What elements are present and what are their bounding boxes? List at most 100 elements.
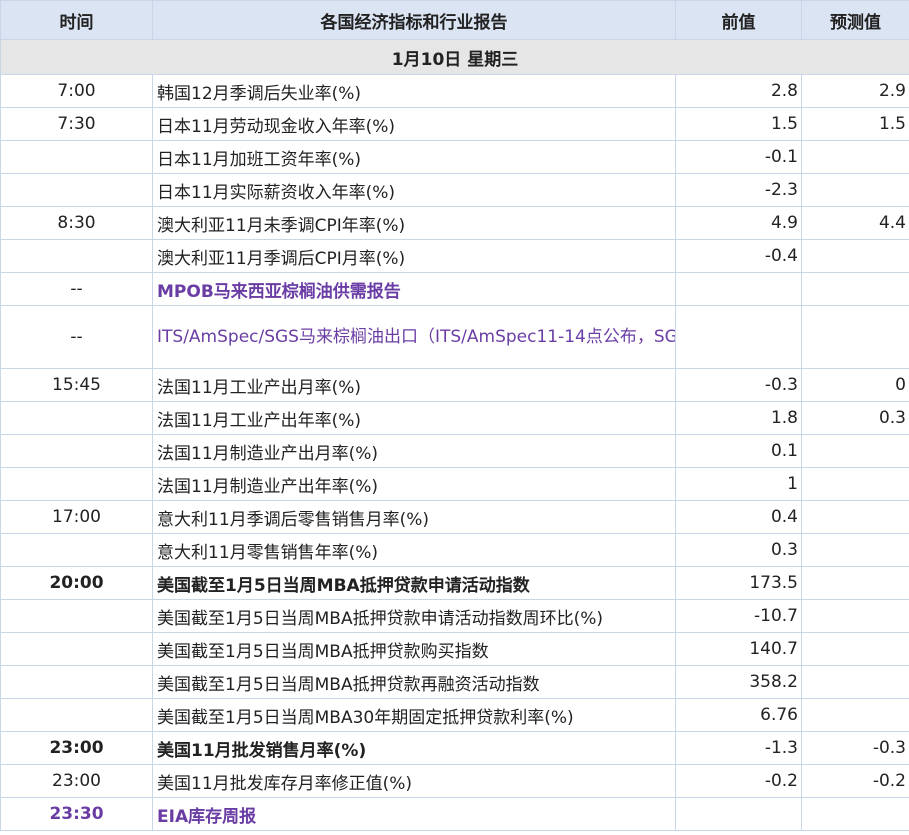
row-forecast [801,467,909,501]
row-previous [675,272,802,306]
row-indicator: 美国11月批发库存月率修正值(%) [152,764,676,798]
row-previous: -0.4 [675,239,802,273]
row-time: 23:00 [0,731,153,765]
row-time [0,632,153,666]
row-time [0,467,153,501]
row-time: 7:30 [0,107,153,141]
row-time [0,173,153,207]
table-row: 20:00 美国截至1月5日当周MBA抵押贷款申请活动指数 173.5 [0,566,909,600]
row-forecast [801,305,909,369]
row-time: -- [0,272,153,306]
table-row: -- ITS/AmSpec/SGS马来棕榈油出口（ITS/AmSpec11-14… [0,305,909,369]
row-forecast: 2.9 [801,74,909,108]
row-forecast [801,173,909,207]
header-previous: 前值 [675,0,802,40]
row-previous: 6.76 [675,698,802,732]
row-time [0,434,153,468]
row-indicator: 美国截至1月5日当周MBA抵押贷款申请活动指数 [152,566,676,600]
row-time: 20:00 [0,566,153,600]
row-time [0,239,153,273]
row-indicator: 美国截至1月5日当周MBA抵押贷款申请活动指数周环比(%) [152,599,676,633]
row-forecast: 1.5 [801,107,909,141]
economic-calendar-table: 时间 各国经济指标和行业报告 前值 预测值 1月10日 星期三 7:00 韩国1… [0,0,909,831]
row-forecast [801,140,909,174]
row-time: 17:00 [0,500,153,534]
row-forecast: -0.2 [801,764,909,798]
table-row: 美国截至1月5日当周MBA抵押贷款申请活动指数周环比(%) -10.7 [0,599,909,633]
table-row: 法国11月工业产出年率(%) 1.8 0.3 [0,401,909,435]
row-previous: 2.8 [675,74,802,108]
row-forecast [801,500,909,534]
row-time [0,665,153,699]
row-indicator: 法国11月制造业产出年率(%) [152,467,676,501]
row-previous: 173.5 [675,566,802,600]
row-time: -- [0,305,153,369]
table-row: 美国截至1月5日当周MBA抵押贷款再融资活动指数 358.2 [0,665,909,699]
row-previous: -10.7 [675,599,802,633]
table-row: 美国截至1月5日当周MBA抵押贷款购买指数 140.7 [0,632,909,666]
header-time: 时间 [0,0,153,40]
table-row: 7:30 日本11月劳动现金收入年率(%) 1.5 1.5 [0,107,909,141]
row-time [0,533,153,567]
row-forecast [801,566,909,600]
row-time: 23:30 [0,797,153,831]
row-previous [675,305,802,369]
row-previous: 1.5 [675,107,802,141]
row-time: 15:45 [0,368,153,402]
row-previous: -1.3 [675,731,802,765]
table-row: 8:30 澳大利亚11月未季调CPI年率(%) 4.9 4.4 [0,206,909,240]
table-row: 7:00 韩国12月季调后失业率(%) 2.8 2.9 [0,74,909,108]
table-row: 法国11月制造业产出年率(%) 1 [0,467,909,501]
table-row: 23:00 美国11月批发销售月率(%) -1.3 -0.3 [0,731,909,765]
row-forecast: -0.3 [801,731,909,765]
table-row: 美国截至1月5日当周MBA30年期固定抵押贷款利率(%) 6.76 [0,698,909,732]
row-previous: 358.2 [675,665,802,699]
row-previous: -2.3 [675,173,802,207]
table-row: 23:00 美国11月批发库存月率修正值(%) -0.2 -0.2 [0,764,909,798]
row-forecast [801,599,909,633]
row-indicator: 美国11月批发销售月率(%) [152,731,676,765]
row-indicator: 美国截至1月5日当周MBA抵押贷款购买指数 [152,632,676,666]
row-indicator: 澳大利亚11月未季调CPI年率(%) [152,206,676,240]
row-indicator: 法国11月制造业产出月率(%) [152,434,676,468]
table-header-row: 时间 各国经济指标和行业报告 前值 预测值 [0,0,909,40]
row-previous: -0.1 [675,140,802,174]
row-forecast [801,272,909,306]
row-forecast [801,665,909,699]
table-row: 日本11月实际薪资收入年率(%) -2.3 [0,173,909,207]
row-time [0,140,153,174]
row-forecast [801,632,909,666]
row-indicator: 日本11月实际薪资收入年率(%) [152,173,676,207]
row-forecast [801,533,909,567]
row-indicator: 法国11月工业产出年率(%) [152,401,676,435]
table-row: 意大利11月零售销售年率(%) 0.3 [0,533,909,567]
header-forecast: 预测值 [801,0,909,40]
row-indicator: 美国截至1月5日当周MBA抵押贷款再融资活动指数 [152,665,676,699]
row-indicator-link[interactable]: EIA库存周报 [152,797,676,831]
date-row: 1月10日 星期三 [0,39,909,75]
row-time [0,698,153,732]
table-row: 17:00 意大利11月季调后零售销售月率(%) 0.4 [0,500,909,534]
row-time: 8:30 [0,206,153,240]
row-previous: 4.9 [675,206,802,240]
row-forecast: 0 [801,368,909,402]
table-row: -- MPOB马来西亚棕榈油供需报告 [0,272,909,306]
table-row: 15:45 法国11月工业产出月率(%) -0.3 0 [0,368,909,402]
row-forecast [801,434,909,468]
row-previous: -0.3 [675,368,802,402]
row-time [0,599,153,633]
row-indicator: 日本11月加班工资年率(%) [152,140,676,174]
table-row: 澳大利亚11月季调后CPI月率(%) -0.4 [0,239,909,273]
row-previous: 1 [675,467,802,501]
row-forecast: 0.3 [801,401,909,435]
row-indicator: 法国11月工业产出月率(%) [152,368,676,402]
date-label: 1月10日 星期三 [0,39,909,75]
header-indicator: 各国经济指标和行业报告 [152,0,676,40]
row-time: 23:00 [0,764,153,798]
row-indicator-link[interactable]: ITS/AmSpec/SGS马来棕榈油出口（ITS/AmSpec11-14点公布… [152,305,676,369]
row-indicator: 意大利11月零售销售年率(%) [152,533,676,567]
row-indicator: 澳大利亚11月季调后CPI月率(%) [152,239,676,273]
table-row: 法国11月制造业产出月率(%) 0.1 [0,434,909,468]
row-time: 7:00 [0,74,153,108]
row-indicator-link[interactable]: MPOB马来西亚棕榈油供需报告 [152,272,676,306]
